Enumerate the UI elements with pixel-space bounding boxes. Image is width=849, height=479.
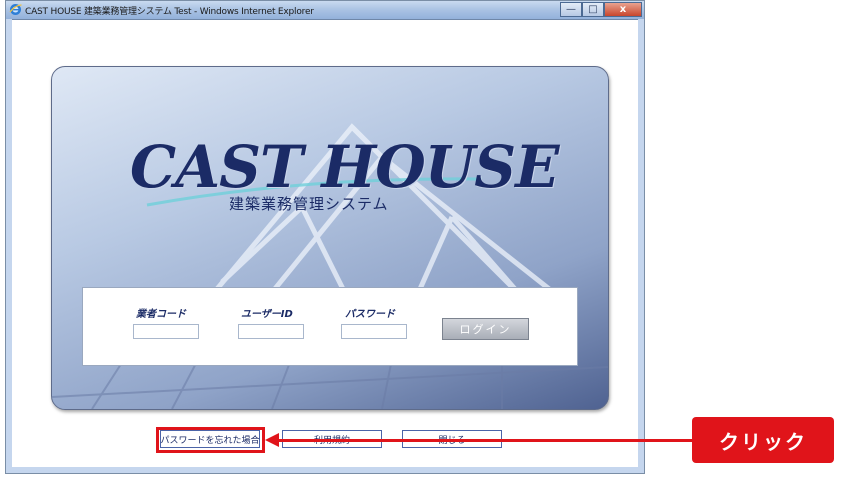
login-panel: CAST HOUSE 建築業務管理システム 業者コード ユーザーID パスワード… bbox=[51, 66, 609, 410]
maximize-button[interactable]: □ bbox=[582, 2, 604, 17]
window-controls: — □ x bbox=[560, 2, 642, 17]
login-button[interactable]: ログイン bbox=[442, 318, 529, 340]
annotation-callout: クリック bbox=[692, 417, 834, 463]
password-label: パスワード bbox=[345, 309, 395, 320]
user-id-input[interactable] bbox=[238, 324, 304, 339]
title-bar[interactable]: CAST HOUSE 建築業務管理システム Test - Windows Int… bbox=[6, 1, 644, 20]
annotation-arrow-head-icon bbox=[265, 433, 279, 447]
cast-house-logo: CAST HOUSE bbox=[130, 133, 559, 201]
company-code-input[interactable] bbox=[133, 324, 199, 339]
user-id-label: ユーザーID bbox=[241, 309, 293, 320]
annotation-highlight-box bbox=[156, 427, 265, 453]
company-code-label: 業者コード bbox=[136, 309, 186, 320]
annotation-arrow-line bbox=[278, 439, 692, 442]
minimize-button[interactable]: — bbox=[560, 2, 582, 17]
window-frame-left bbox=[6, 19, 12, 473]
internet-explorer-icon bbox=[9, 4, 22, 15]
window-title: CAST HOUSE 建築業務管理システム Test - Windows Int… bbox=[25, 7, 314, 17]
system-subtitle: 建築業務管理システム bbox=[229, 195, 389, 213]
window-frame-right bbox=[638, 19, 644, 473]
password-input[interactable] bbox=[341, 324, 407, 339]
window-frame-bottom bbox=[6, 467, 644, 473]
close-window-button[interactable]: x bbox=[604, 2, 642, 17]
login-form: 業者コード ユーザーID パスワード ログイン bbox=[82, 287, 578, 366]
